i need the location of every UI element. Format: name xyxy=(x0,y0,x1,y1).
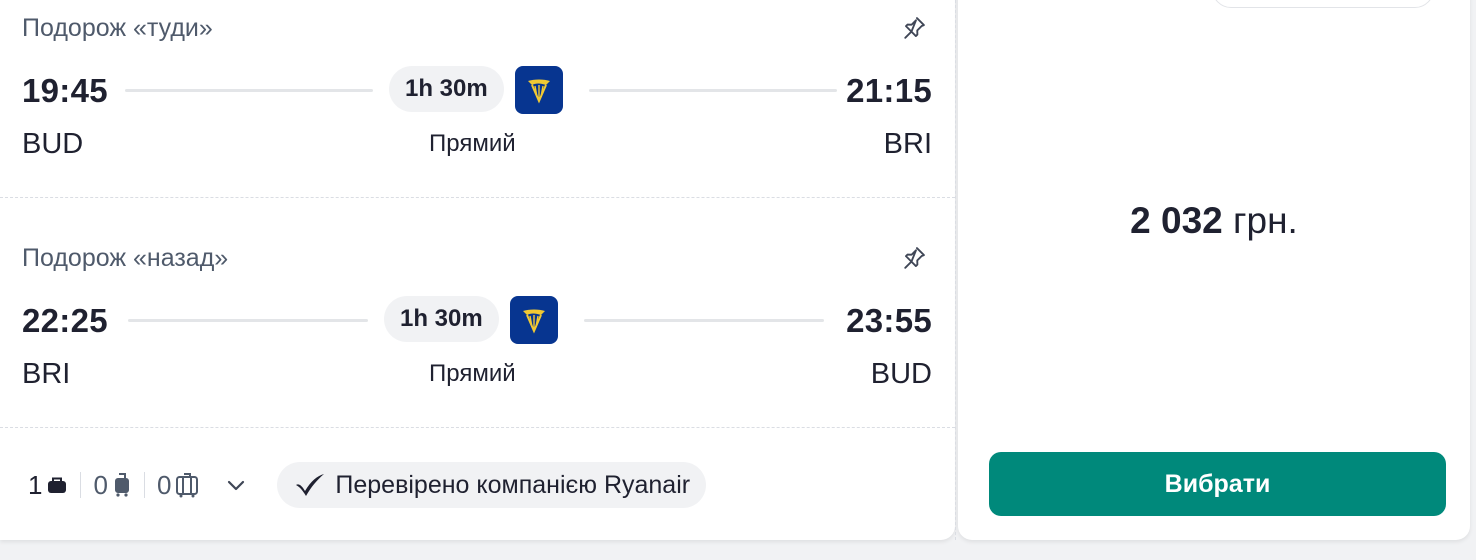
arrival-time: 23:55 xyxy=(846,302,932,339)
checked-bag-count: 0 xyxy=(156,469,172,500)
checkmark-icon xyxy=(296,474,325,496)
baggage-divider xyxy=(0,427,955,428)
bag-icon xyxy=(48,477,67,493)
route-line xyxy=(125,89,373,92)
personal-item-count: 1 xyxy=(28,469,43,500)
top-pill xyxy=(1212,0,1434,8)
pin-icon[interactable] xyxy=(900,14,928,42)
suitcase-icon xyxy=(176,473,199,498)
destination-code: BRI xyxy=(883,128,932,160)
duration-badge: 1h 30m xyxy=(384,296,499,342)
card-divider xyxy=(955,0,956,540)
ryanair-logo xyxy=(510,296,558,344)
leg-divider xyxy=(0,197,955,198)
price-currency: грн. xyxy=(1233,200,1298,241)
verified-badge: Перевірено компанією Ryanair xyxy=(277,462,707,508)
route-line xyxy=(584,319,824,322)
price: 2 032 грн. xyxy=(958,200,1470,242)
departure-time: 19:45 xyxy=(22,72,108,109)
destination-code: BUD xyxy=(870,358,932,390)
duration-badge: 1h 30m xyxy=(389,66,504,112)
route-line xyxy=(128,319,368,322)
pin-icon[interactable] xyxy=(900,244,928,272)
cabin-bag-count: 0 xyxy=(93,469,108,500)
leg-title: Подорож «туди» xyxy=(22,14,213,42)
chevron-down-icon[interactable] xyxy=(225,474,247,496)
leg-title: Подорож «назад» xyxy=(22,244,229,272)
checked-bag: 0 xyxy=(157,470,199,501)
select-button[interactable]: Вибрати xyxy=(989,452,1446,516)
separator xyxy=(143,472,145,498)
origin-code: BRI xyxy=(22,358,71,390)
stops-label: Прямий xyxy=(429,130,516,157)
cabin-bag-icon xyxy=(114,473,129,497)
verified-label: Перевірено компанією Ryanair xyxy=(335,470,691,499)
ryanair-logo xyxy=(515,66,563,114)
departure-time: 22:25 xyxy=(22,302,108,339)
baggage-summary: 1 0 0 Перевірено компанією Ryanair xyxy=(28,462,707,508)
personal-item: 1 xyxy=(28,470,68,501)
arrival-time: 21:15 xyxy=(846,72,932,109)
route-line xyxy=(589,89,837,92)
origin-code: BUD xyxy=(22,128,84,160)
stops-label: Прямий xyxy=(429,360,516,387)
price-amount: 2 032 xyxy=(1130,200,1223,241)
separator xyxy=(80,472,82,498)
cabin-bag: 0 xyxy=(93,470,131,501)
